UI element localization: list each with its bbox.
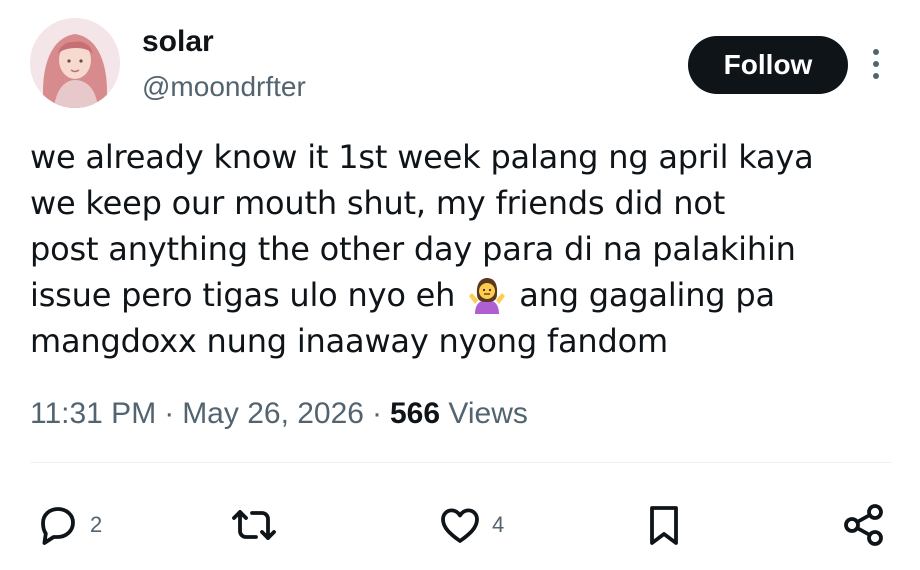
- tweet-line: post anything the other day para di na p…: [30, 230, 796, 268]
- bookmark-button[interactable]: [640, 495, 688, 555]
- divider: [30, 462, 892, 463]
- share-icon: [844, 504, 883, 546]
- user-handle[interactable]: @moondrfter: [142, 70, 306, 104]
- retweet-icon: [232, 510, 276, 540]
- retweet-button[interactable]: [230, 495, 286, 555]
- avatar-photo: [30, 18, 120, 108]
- bookmark-icon: [650, 506, 678, 545]
- like-count: 4: [492, 512, 505, 537]
- separator-dot: ·: [164, 397, 175, 430]
- tweet-time[interactable]: 11:31 PM: [30, 397, 156, 430]
- display-name[interactable]: solar: [142, 24, 306, 60]
- woman-shrugging-emoji-icon: [469, 278, 506, 314]
- tweet-text: we already know it 1st week palang ng ap…: [30, 134, 900, 364]
- tweet-date[interactable]: May 26, 2026: [182, 397, 364, 430]
- tweet-meta: 11:31 PM · May 26, 2026 · 566 Views: [30, 394, 528, 434]
- heart-icon: [441, 508, 479, 543]
- user-names: solar @moondrfter: [142, 24, 306, 104]
- like-button[interactable]: 4: [436, 495, 504, 555]
- share-button[interactable]: [840, 495, 888, 555]
- tweet-line-segment: ang gagaling pa: [519, 276, 775, 314]
- tweet-line: we already know it 1st week palang ng ap…: [30, 138, 814, 176]
- reply-button[interactable]: 2: [34, 495, 102, 555]
- action-bar: 2 4: [0, 495, 920, 555]
- reply-count: 2: [90, 512, 103, 537]
- tweet-header: solar @moondrfter Follow: [30, 18, 892, 110]
- avatar[interactable]: [30, 18, 120, 108]
- tweet-line: issue pero tigas ulo nyo eh ang gagaling…: [30, 272, 900, 318]
- tweet-line: mangdoxx nung inaaway nyong fandom: [30, 322, 668, 360]
- views-label: Views: [448, 397, 528, 430]
- tweet-line: we keep our mouth shut, my friends did n…: [30, 184, 726, 222]
- more-vertical-icon[interactable]: [866, 44, 886, 84]
- tweet-line-segment: issue pero tigas ulo nyo eh: [30, 276, 456, 314]
- follow-button[interactable]: Follow: [688, 36, 848, 94]
- reply-icon: [41, 507, 75, 545]
- separator-dot: ·: [371, 397, 382, 430]
- views-count: 566: [389, 397, 441, 430]
